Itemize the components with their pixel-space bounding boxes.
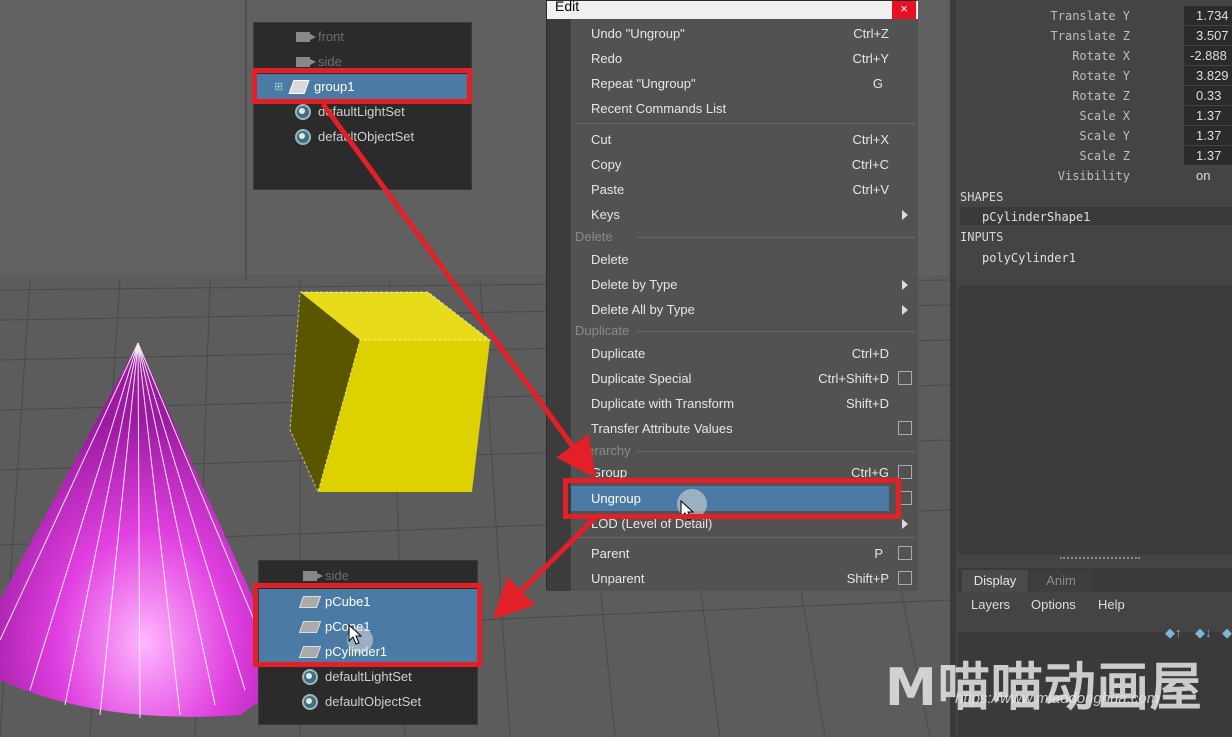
arrow-to-ungroup — [320, 102, 596, 479]
annotation-arrows — [320, 102, 597, 620]
arrow-to-children — [492, 516, 597, 620]
